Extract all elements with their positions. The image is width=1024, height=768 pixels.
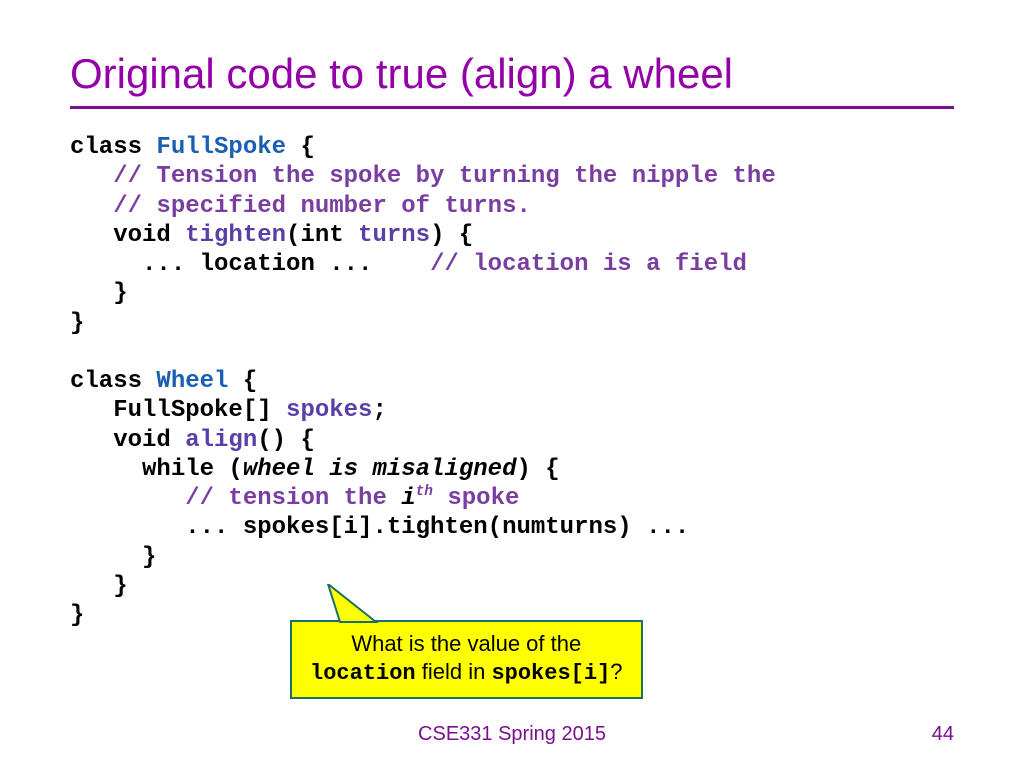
callout: What is the value of the location field … [290,620,643,699]
paren: ) { [430,222,473,249]
comment: // tension the ith spoke [70,485,519,512]
callout-line1: What is the value of the [351,631,581,656]
keyword-void: void [70,222,185,249]
slide-title: Original code to true (align) a wheel [70,50,954,98]
footer-text: CSE331 Spring 2015 [0,723,1024,746]
comment: // Tension the spoke by turning the nipp… [70,163,776,190]
callout-arrow-icon [320,584,390,626]
keyword-class: class [70,134,156,161]
title-underline [70,106,954,109]
method-tighten: tighten [185,222,286,249]
callout-location: location [310,661,416,686]
code-call: ... spokes[i].tighten(numturns) ... [70,514,689,541]
callout-spokes: spokes[i] [491,661,610,686]
class-name-fullspoke: FullSpoke [156,134,286,161]
condition: wheel is misaligned [243,456,517,483]
class-name-wheel: Wheel [156,368,228,395]
keyword-while: while ( [70,456,243,483]
param-turns: turns [358,222,430,249]
callout-mid: field in [416,659,492,684]
callout-q: ? [610,659,622,684]
code-block: class FullSpoke { // Tension the spoke b… [70,133,954,631]
brace: { [228,368,257,395]
field-spokes: spokes [286,397,372,424]
paren: () { [257,427,315,454]
brace: } [70,544,156,571]
method-align: align [185,427,257,454]
brace: } [70,280,128,307]
keyword-void: void [70,427,185,454]
code-body: ... location ... [70,251,430,278]
comment: // specified number of turns. [70,193,531,220]
semicolon: ; [372,397,386,424]
brace: } [70,602,84,629]
brace: } [70,310,84,337]
paren: ) { [516,456,559,483]
field-type: FullSpoke[] [70,397,286,424]
callout-box: What is the value of the location field … [290,620,643,699]
brace: { [286,134,315,161]
comment: // location is a field [430,251,747,278]
brace: } [70,573,128,600]
keyword-class: class [70,368,156,395]
page-number: 44 [932,723,954,746]
slide: Original code to true (align) a wheel cl… [0,0,1024,768]
paren: (int [286,222,358,249]
